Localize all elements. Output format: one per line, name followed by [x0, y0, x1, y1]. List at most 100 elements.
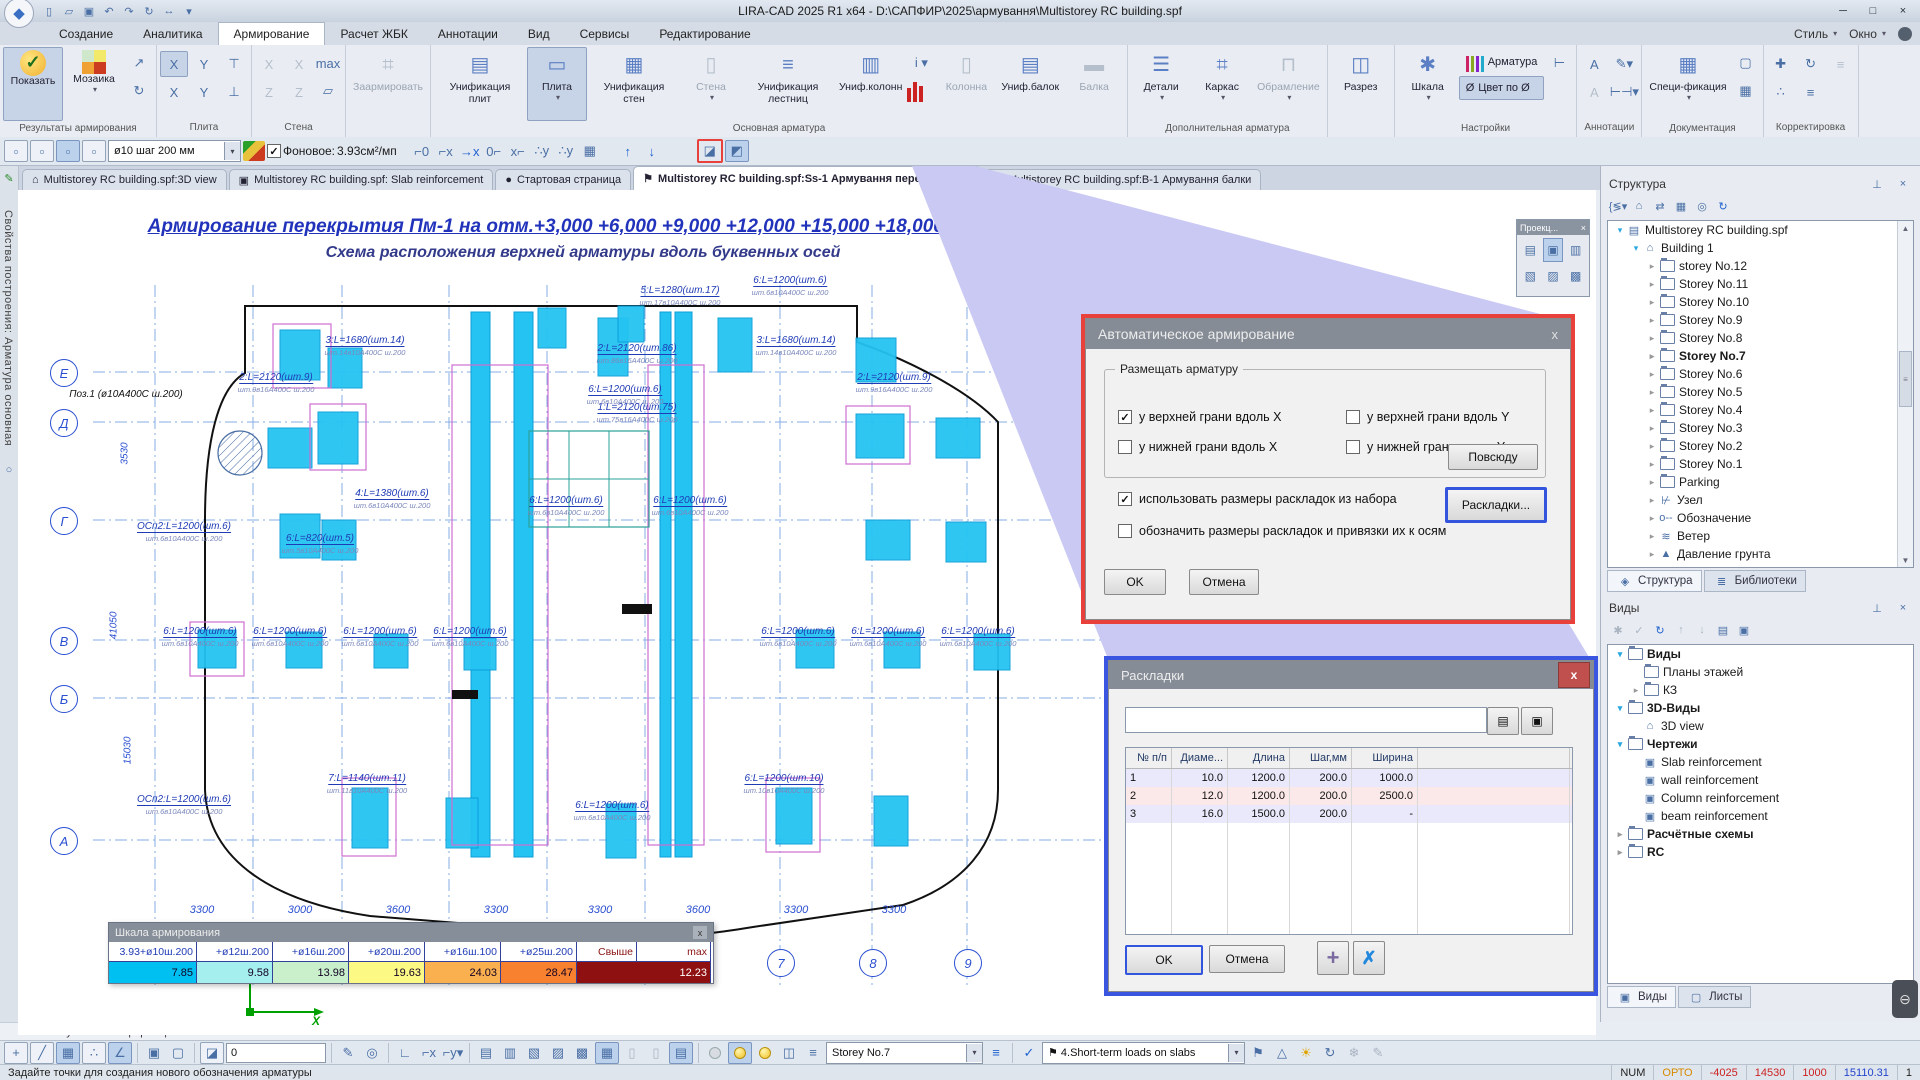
levels-icon[interactable]: ≡: [985, 1043, 1007, 1063]
auto-dialog-close-icon[interactable]: x: [1552, 327, 1559, 342]
add-layout-button[interactable]: +: [1317, 941, 1349, 975]
table-column-header[interactable]: № п/п: [1126, 748, 1172, 768]
table-column-header[interactable]: [1418, 748, 1570, 768]
axis-bubble-8[interactable]: 8: [859, 949, 887, 977]
ribbon-button-Каркас[interactable]: ⌗Каркас▾: [1192, 47, 1252, 121]
proj-3d-icon[interactable]: ▩: [1565, 264, 1586, 288]
save-set-button[interactable]: ▣: [1521, 707, 1553, 735]
tree-item-Storey No.5[interactable]: ▸Storey No.5: [1608, 383, 1913, 401]
structure-scrollbar[interactable]: ▲≡ ▼: [1897, 221, 1913, 567]
table-column-header[interactable]: Ширина: [1352, 748, 1418, 768]
ribbon-button-Специ-фикация[interactable]: ▦Специ-фикация▾: [1645, 47, 1730, 121]
rebar-label[interactable]: 3:L=1680(шт.14): [325, 335, 404, 347]
tree-item-wall reinforcement[interactable]: ▣wall reinforcement: [1608, 771, 1913, 789]
snap-point-icon[interactable]: ∴: [82, 1042, 106, 1064]
panel-tab-Библиотеки[interactable]: ≣Библиотеки: [1704, 570, 1806, 592]
tree-item-Storey No.10[interactable]: ▸Storey No.10: [1608, 293, 1913, 311]
bulb-on-icon[interactable]: [728, 1042, 752, 1064]
placement-checkbox-row[interactable]: у верхней грани вдоль Y: [1346, 410, 1509, 424]
filter-icon[interactable]: {≶▾: [1609, 198, 1627, 214]
axis-bubble-В[interactable]: В: [50, 627, 78, 655]
snap-angle-icon[interactable]: ∠: [108, 1042, 132, 1064]
structure-close-icon[interactable]: ×: [1894, 176, 1912, 192]
ribbon-button-Унификация стен[interactable]: ▦Унификация стен: [588, 47, 680, 121]
close-button[interactable]: ×: [1890, 2, 1916, 19]
loads-combo[interactable]: ⚑ 4.Short-term loads on slabs▾: [1042, 1042, 1245, 1064]
rotate-copy-icon[interactable]: ↻: [1797, 51, 1825, 77]
table-row[interactable]: 110.01200.0200.01000.0: [1126, 769, 1572, 787]
axis-bubble-7[interactable]: 7: [767, 949, 795, 977]
max-zone-icon[interactable]: max: [314, 50, 342, 76]
slab-x-icon[interactable]: X: [160, 51, 188, 77]
document-tab[interactable]: ⚑Multistorey RC building.spf:B-1 Армуван…: [983, 169, 1261, 190]
snap-line-icon[interactable]: ╱: [30, 1042, 54, 1064]
chevron-right-icon[interactable]: ▸: [1646, 405, 1658, 416]
chevron-down-icon[interactable]: ▾: [1614, 703, 1626, 714]
open-set-button[interactable]: ▤: [1487, 707, 1519, 735]
axis-bubble-А[interactable]: А: [50, 827, 78, 855]
rebar-label[interactable]: 5:L=1280(шт.17): [640, 285, 719, 297]
refresh-color-icon[interactable]: ↻: [125, 78, 153, 104]
tree-item-КЗ[interactable]: ▸КЗ: [1608, 681, 1913, 699]
chevron-right-icon[interactable]: ▸: [1614, 847, 1626, 858]
rebar-label[interactable]: 6:L=1200(шт.6): [761, 626, 835, 638]
tree-item-Давление грунта[interactable]: ▸▲Давление грунта: [1608, 545, 1913, 563]
chevron-right-icon[interactable]: ▸: [1646, 531, 1658, 542]
scale-tool-icon[interactable]: △: [1271, 1043, 1293, 1063]
constraint-x-icon[interactable]: ⌐x: [418, 1043, 440, 1063]
table-row[interactable]: 316.01500.0200.0-: [1126, 805, 1572, 823]
chevron-right-icon[interactable]: ▸: [1614, 829, 1626, 840]
ribbon-button-Плита[interactable]: ▭Плита▾: [527, 47, 587, 121]
orbit-icon[interactable]: ↻: [1319, 1043, 1341, 1063]
legend-close-icon[interactable]: x: [693, 926, 707, 939]
rebar-label[interactable]: ОСп2:L=1200(шт.6): [137, 794, 231, 806]
move-icon[interactable]: ✚: [1767, 51, 1795, 77]
constraint-y-icon[interactable]: ⌐y▾: [442, 1043, 464, 1063]
document-tab[interactable]: ●Стартовая страница: [495, 169, 631, 190]
proj-iso-icon[interactable]: ▧: [1520, 264, 1541, 288]
rebar-label[interactable]: 6:L=1200(шт.10): [744, 773, 823, 785]
ribbon-button-Шкала[interactable]: ✱Шкала▾: [1398, 47, 1458, 121]
angle-l-icon[interactable]: ∟: [394, 1043, 416, 1063]
table-row[interactable]: 212.01200.0200.02500.0: [1126, 787, 1572, 805]
bulb-2-icon[interactable]: [754, 1043, 776, 1063]
projections-close-icon[interactable]: ×: [1581, 223, 1586, 233]
pin-icon[interactable]: ⊥: [1868, 176, 1886, 192]
menu-tab-Аналитика[interactable]: Аналитика: [128, 22, 217, 45]
ribbon-button-Униф.колонн[interactable]: ▥Униф.колонн: [835, 47, 906, 121]
rebar-label[interactable]: 6:L=1200(шт.6): [653, 495, 727, 507]
arrow-x-icon[interactable]: →x: [459, 141, 481, 161]
pen-icon[interactable]: ✎: [337, 1043, 359, 1063]
chevron-right-icon[interactable]: ▸: [1646, 477, 1658, 488]
ribbon-button-Униф.балок[interactable]: ▤Униф.балок: [997, 47, 1063, 121]
draw-pencil-icon[interactable]: ✎: [0, 170, 18, 186]
binoculars-icon[interactable]: ◎: [1693, 198, 1711, 214]
paint-roller-icon[interactable]: [243, 141, 265, 161]
angle-joint-icon[interactable]: ⊥: [220, 79, 248, 105]
rebar-label[interactable]: 2:L=2120(шт.86): [597, 343, 676, 355]
stamp-lock-icon[interactable]: ▣: [143, 1043, 165, 1063]
flag-filter-icon[interactable]: ⚑: [1247, 1043, 1269, 1063]
menu-tab-Аннотации[interactable]: Аннотации: [423, 22, 513, 45]
placement-checkbox-row[interactable]: у нижней грани вдоль X: [1118, 440, 1277, 454]
tree-item-Multistorey RC building.spf[interactable]: ▾▤Multistorey RC building.spf: [1608, 221, 1913, 239]
sketch-pen-icon[interactable]: ✎▾: [1610, 51, 1638, 77]
tree-item-Building 1[interactable]: ▾⌂Building 1: [1608, 239, 1913, 257]
table-column-header[interactable]: Шаг,мм: [1290, 748, 1352, 768]
delete-layout-button[interactable]: ✗: [1353, 941, 1385, 975]
auto-ok-button[interactable]: OK: [1104, 569, 1166, 595]
auto-cancel-button[interactable]: Отмена: [1189, 569, 1259, 595]
auto-dialog-titlebar[interactable]: Автоматическое армирование x: [1086, 319, 1570, 349]
rebar-label[interactable]: 4:L=1380(шт.6): [355, 488, 429, 500]
placement-checkbox[interactable]: [1346, 410, 1360, 424]
dots-y2-icon[interactable]: ∴y: [555, 141, 577, 161]
contour-icon[interactable]: ▱: [314, 78, 342, 104]
prism-4-icon[interactable]: ▨: [547, 1043, 569, 1063]
refresh-icon[interactable]: ↻: [1651, 622, 1669, 638]
cube-icon[interactable]: ◫: [778, 1043, 800, 1063]
tree-item-3D view[interactable]: ⌂3D view: [1608, 717, 1913, 735]
frame-add-icon[interactable]: ▦: [1672, 198, 1690, 214]
rebar-label[interactable]: ОСп2:L=1200(шт.6): [137, 521, 231, 533]
menu-Стиль[interactable]: Стиль▾: [1794, 27, 1837, 41]
refresh-icon[interactable]: ↻: [1714, 198, 1732, 214]
